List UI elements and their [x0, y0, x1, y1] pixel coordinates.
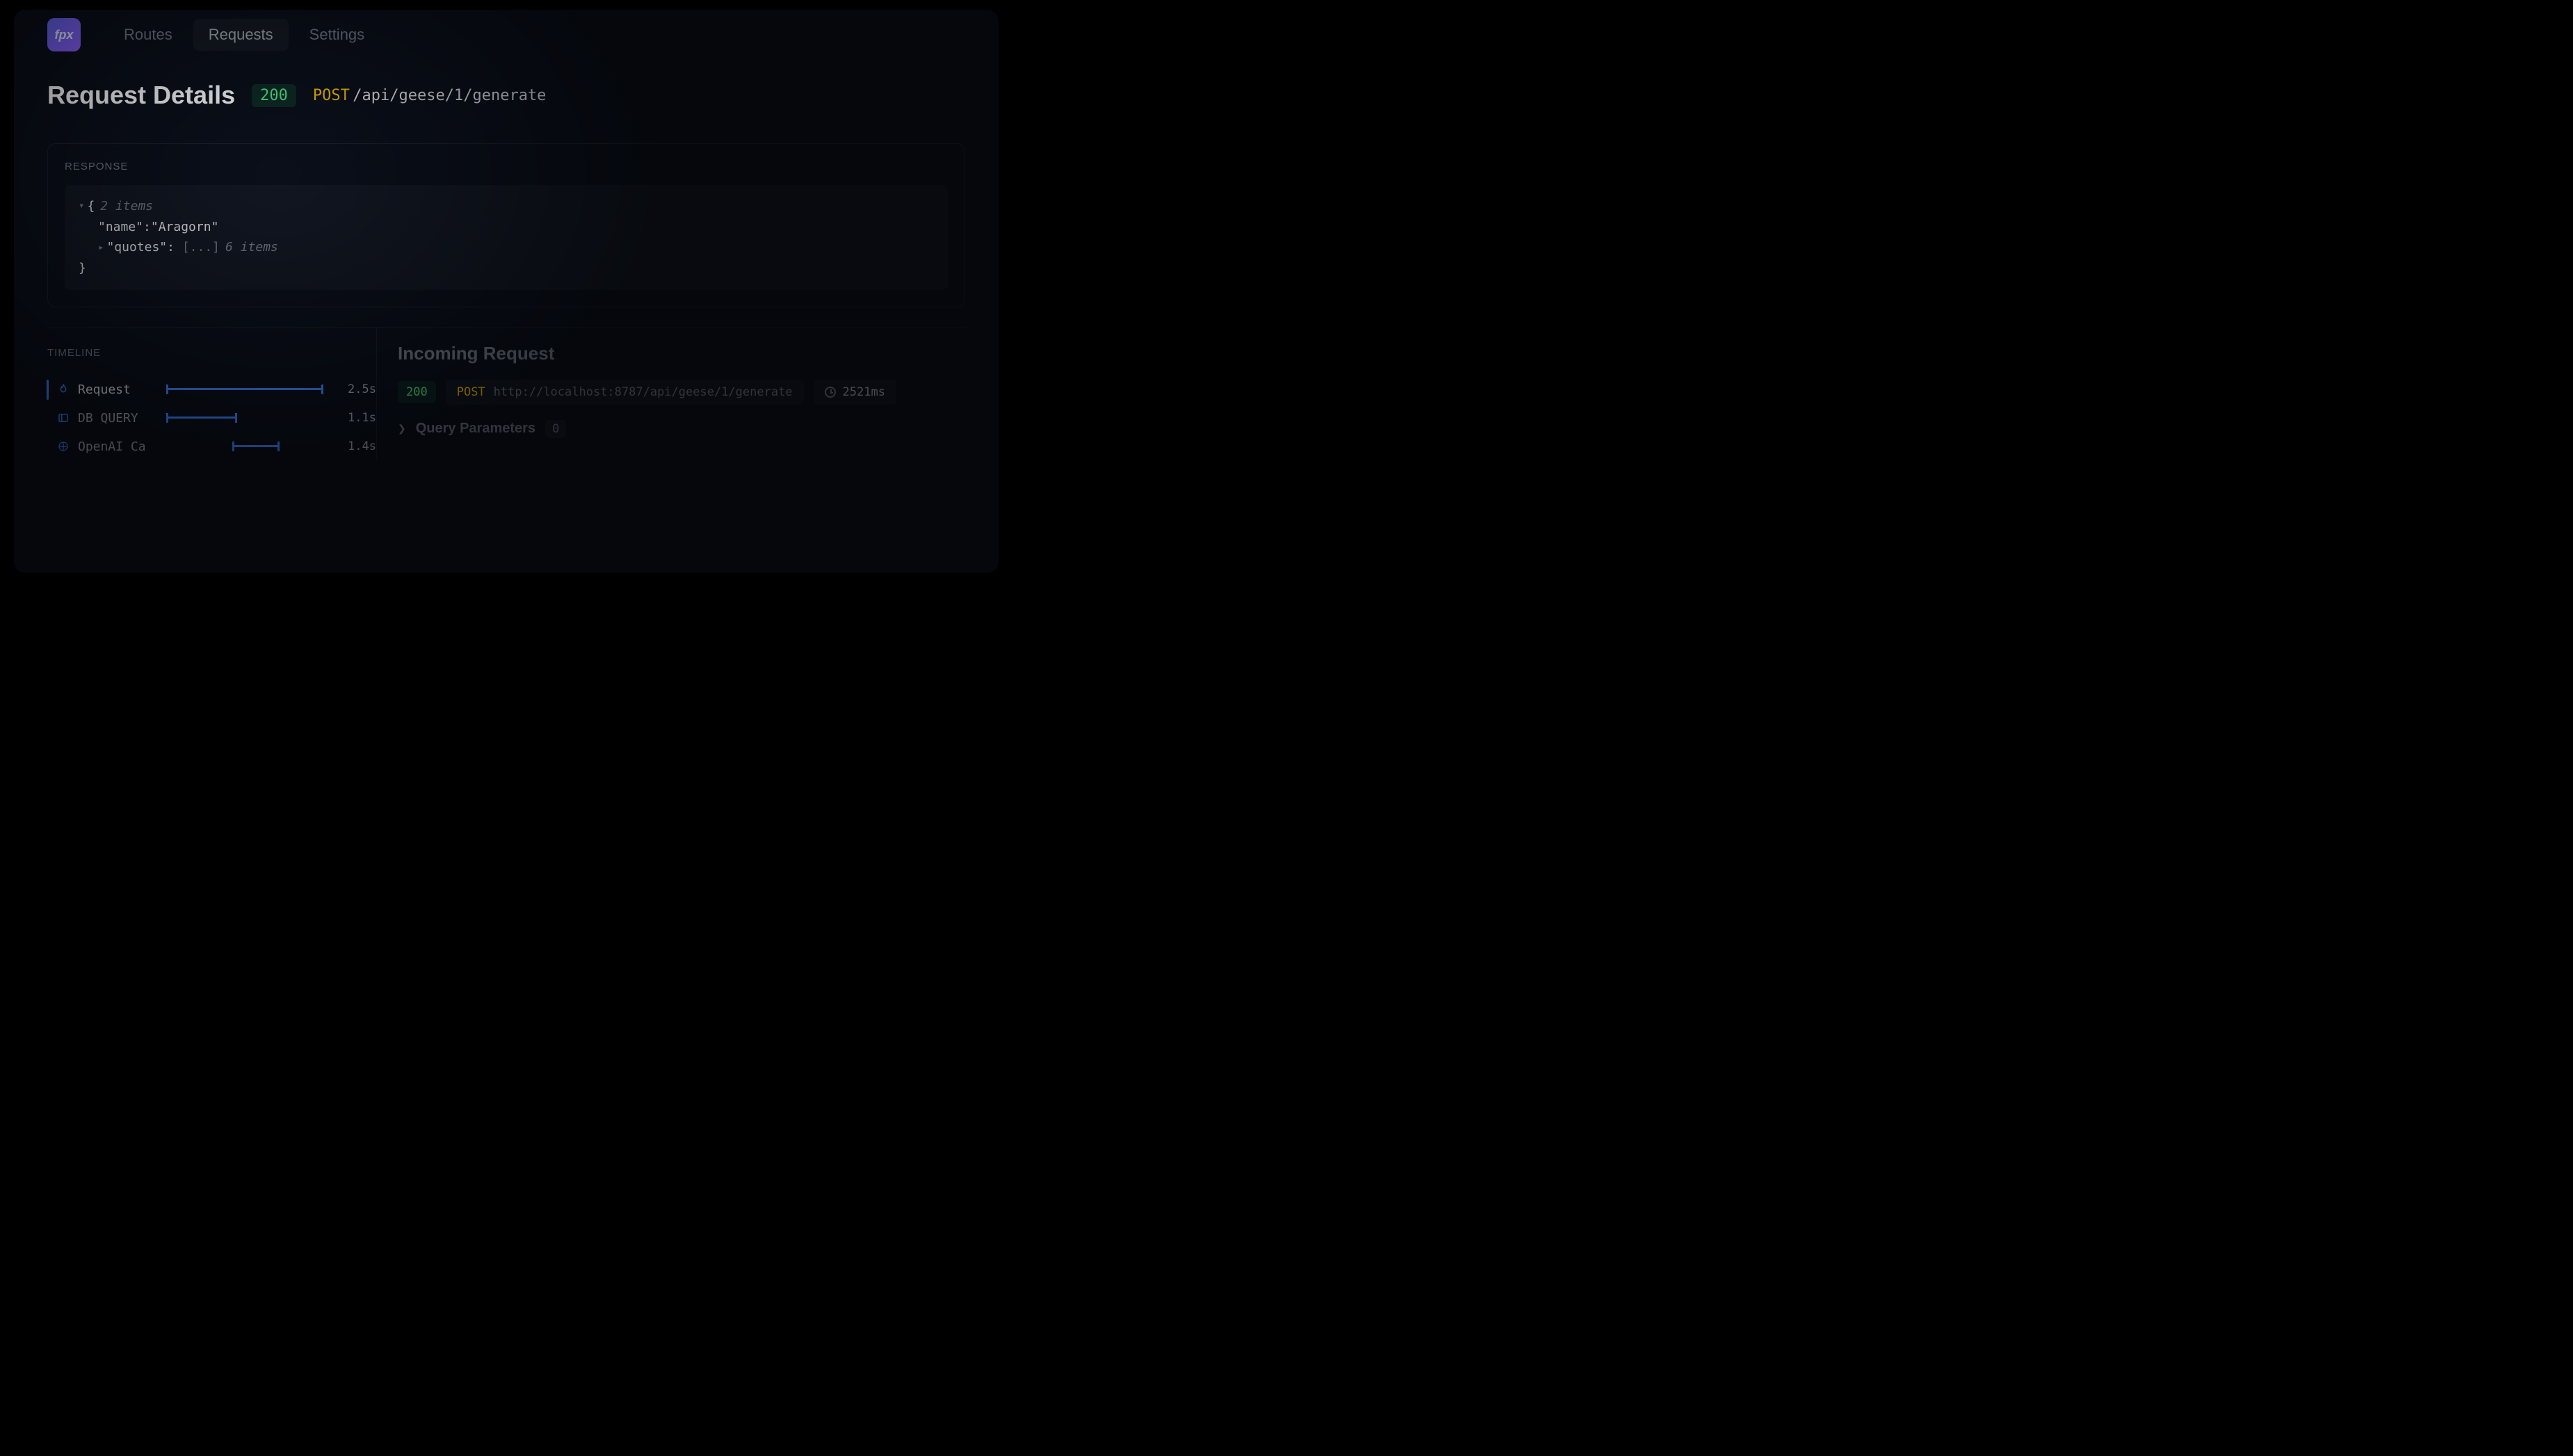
response-panel: RESPONSE ▾ { 2 items "name":"Aragorn" ▸ …	[47, 143, 965, 307]
query-params-row[interactable]: ❯ Query Parameters 0	[398, 420, 965, 438]
timeline-bar-track	[166, 384, 323, 395]
timeline-name: OpenAI Ca	[78, 439, 158, 454]
content-area: Request Details 200 POST /api/geese/1/ge…	[14, 60, 999, 461]
timeline-title: TIMELINE	[47, 347, 376, 359]
incoming-summary: 200 POST http://localhost:8787/api/geese…	[398, 380, 965, 405]
request-path: /api/geese/1/generate	[353, 87, 546, 104]
json-quotes-meta: 6 items	[225, 237, 278, 258]
timeline-name: DB QUERY	[78, 411, 158, 426]
json-key-name: "name"	[98, 217, 143, 238]
request-header: Request Details 200 POST /api/geese/1/ge…	[47, 81, 965, 110]
top-bar: fpx Routes Requests Settings	[14, 10, 999, 60]
timeline-duration: 2.5s	[343, 382, 376, 396]
nav-requests[interactable]: Requests	[193, 19, 289, 51]
timeline-bar	[166, 388, 323, 390]
page-title: Request Details	[47, 81, 235, 110]
timeline-duration: 1.1s	[343, 411, 376, 425]
timeline-row-dbquery[interactable]: DB QUERY 1.1s	[47, 404, 376, 432]
chevron-down-icon[interactable]: ▾	[79, 198, 84, 214]
timeline-row-request[interactable]: Request 2.5s	[47, 375, 376, 404]
nav-settings[interactable]: Settings	[294, 19, 380, 51]
app-logo[interactable]: fpx	[47, 18, 81, 51]
timeline-bar-track	[166, 412, 323, 423]
incoming-url: http://localhost:8787/api/geese/1/genera…	[494, 385, 793, 399]
incoming-duration-value: 2521ms	[843, 385, 885, 399]
nav-routes[interactable]: Routes	[108, 19, 188, 51]
incoming-panel: Incoming Request 200 POST http://localho…	[377, 327, 965, 461]
timeline-bar	[166, 416, 237, 419]
app-window: fpx Routes Requests Settings Request Det…	[14, 10, 999, 573]
json-key-quotes: "quotes"	[106, 237, 167, 258]
status-badge: 200	[252, 84, 296, 107]
incoming-method: POST	[457, 385, 485, 399]
primary-nav: Routes Requests Settings	[108, 19, 380, 51]
chevron-right-icon: ❯	[398, 423, 406, 435]
request-summary: POST /api/geese/1/generate	[313, 87, 547, 104]
response-label: RESPONSE	[65, 161, 948, 172]
json-viewer[interactable]: ▾ { 2 items "name":"Aragorn" ▸ "quotes":…	[65, 185, 948, 290]
timeline-duration: 1.4s	[343, 439, 376, 453]
timeline-bar	[232, 445, 280, 447]
query-params-count: 0	[545, 420, 566, 438]
openai-icon	[57, 440, 70, 453]
query-params-label: Query Parameters	[416, 421, 535, 437]
http-method: POST	[313, 87, 350, 104]
timeline-name: Request	[78, 382, 158, 397]
json-items-meta: 2 items	[100, 196, 153, 217]
timeline-row-openai[interactable]: OpenAI Ca 1.4s	[47, 432, 376, 461]
incoming-pill: POST http://localhost:8787/api/geese/1/g…	[446, 380, 804, 405]
flame-icon	[57, 383, 70, 396]
incoming-status: 200	[398, 381, 436, 403]
chevron-right-icon[interactable]: ▸	[98, 240, 104, 256]
timeline-panel: TIMELINE Request 2.5s DB QUERY	[47, 327, 377, 461]
json-collapsed-array[interactable]: [...]	[182, 237, 220, 258]
incoming-title: Incoming Request	[398, 343, 965, 364]
bottom-split: TIMELINE Request 2.5s DB QUERY	[47, 327, 965, 461]
incoming-duration: 2521ms	[814, 380, 896, 405]
json-value-name: "Aragorn"	[151, 217, 219, 238]
timeline-bar-track	[166, 441, 323, 452]
clock-icon	[825, 387, 836, 398]
db-icon	[57, 412, 70, 424]
